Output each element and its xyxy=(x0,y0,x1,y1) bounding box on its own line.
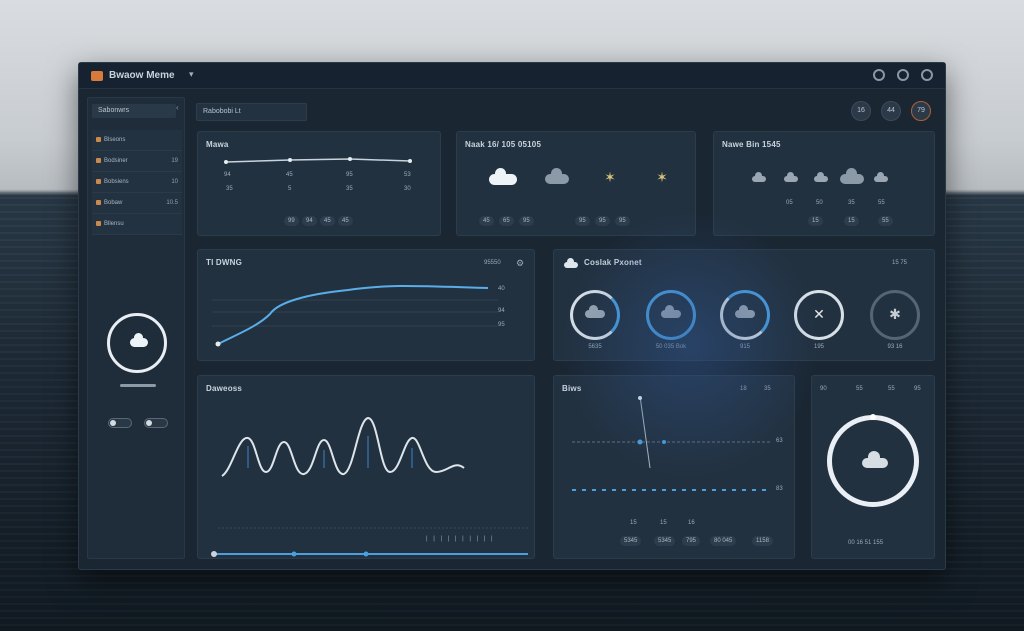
panel-bias: Biws 18 35 63 83 15 15 16 5345 5345 795 … xyxy=(553,375,795,559)
chip[interactable]: 95 xyxy=(519,216,534,226)
item-icon xyxy=(96,179,101,184)
close-icon[interactable] xyxy=(921,69,933,81)
cloud-icon xyxy=(585,305,605,318)
chip[interactable]: 795 xyxy=(682,536,701,546)
weather-dial[interactable] xyxy=(827,414,919,507)
panel-weekly: Nawe Bin 1545 05 50 35 55 15 15 55 xyxy=(713,131,935,236)
cloud-icon xyxy=(130,333,148,347)
divider xyxy=(120,384,156,387)
toolbar-button[interactable]: 79 xyxy=(911,101,931,121)
scale-ticks: | | | | | | | | | | xyxy=(426,536,495,542)
chevron-down-icon[interactable]: ‹ xyxy=(176,103,179,112)
minimize-icon[interactable] xyxy=(873,69,885,81)
gauge xyxy=(720,290,770,340)
chip[interactable]: 5345 xyxy=(620,536,642,546)
chip[interactable]: 94 xyxy=(302,216,317,226)
maximize-icon[interactable] xyxy=(897,69,909,81)
chip[interactable]: 45 xyxy=(479,216,494,226)
item-icon xyxy=(96,221,101,226)
sidebar-list: Blseons Bodsiner 19 Bobsiens 10 Bobaw 10.5 … xyxy=(92,130,182,235)
app-logo-icon xyxy=(91,71,103,81)
toggle-switch[interactable] xyxy=(108,418,132,428)
weather-ring-icon xyxy=(107,313,167,373)
item-icon xyxy=(96,137,101,142)
sparkline xyxy=(224,157,412,164)
item-icon xyxy=(96,200,101,205)
app-title: Bwaow Meme xyxy=(109,70,175,81)
toggle-switch[interactable] xyxy=(144,418,168,428)
sidebar-item[interactable]: Bobsiens 10 xyxy=(92,172,182,193)
sidebar-item[interactable]: Bodsiner 19 xyxy=(92,151,182,172)
cloud-icon xyxy=(752,172,766,182)
titlebar: Bwaow Meme ▾ xyxy=(79,63,945,89)
cloud-icon xyxy=(545,168,569,184)
chip[interactable]: 55 xyxy=(878,216,893,226)
panel-mawa: Mawa 94 45 95 53 35 5 35 30 99 94 45 45 xyxy=(197,131,441,236)
chip[interactable]: 45 xyxy=(320,216,335,226)
gauge: ✕ xyxy=(794,290,844,340)
panel-forecast: Naak 16/ 105 05105 ✶ ✶ 45 65 95 95 95 95 xyxy=(456,131,696,236)
sidebar-item[interactable]: Bobaw 10.5 xyxy=(92,193,182,214)
panel-title: Nawe Bin 1545 xyxy=(722,140,781,149)
panel-conditions: Coslak Pxonet 15 75 ✕ ✱ 5635 50 035 Bok … xyxy=(553,249,935,361)
chip[interactable]: 15 xyxy=(844,216,859,226)
app-window: Bwaow Meme ▾ Sabonwrs ‹ Blseons Bodsiner… xyxy=(78,62,946,570)
sun-icon: ✶ xyxy=(604,169,616,185)
cloud-icon xyxy=(840,168,864,184)
chip[interactable]: 80 045 xyxy=(710,536,737,546)
sidebar-item[interactable]: Bllensu xyxy=(92,214,182,235)
cloud-icon xyxy=(862,451,888,468)
gauge: ✱ xyxy=(870,290,920,340)
chip[interactable]: 95 xyxy=(575,216,590,226)
chip[interactable]: 95 xyxy=(615,216,630,226)
wind-icon: ✕ xyxy=(813,306,825,322)
sidebar: Sabonwrs ‹ Blseons Bodsiner 19 Bobsiens 10… xyxy=(87,97,185,559)
panel-trend: Tl DWNG 95550 ⚙ 40 94 95 xyxy=(197,249,535,361)
gauge xyxy=(646,290,696,340)
cloud-icon xyxy=(564,258,578,268)
chip[interactable]: 99 xyxy=(284,216,299,226)
item-icon xyxy=(96,158,101,163)
trend-chart xyxy=(212,285,498,347)
wind-icon: ✱ xyxy=(889,306,901,322)
toolbar-button[interactable]: 44 xyxy=(881,101,901,121)
panel-waves: Daweoss | | | | | | | | | | xyxy=(197,375,535,559)
chip[interactable]: 5345 xyxy=(654,536,676,546)
dial-handle[interactable] xyxy=(870,414,876,420)
cloud-icon xyxy=(489,168,517,185)
app-menu-chevron-icon[interactable]: ▾ xyxy=(189,69,194,80)
wave-chart xyxy=(211,416,528,557)
sidebar-header[interactable]: Sabonwrs xyxy=(92,104,176,118)
cloud-icon xyxy=(661,305,681,318)
panel-title: Naak 16/ 105 05105 xyxy=(465,140,542,149)
sun-icon: ✶ xyxy=(656,169,668,185)
sidebar-item[interactable]: Blseons xyxy=(92,130,182,151)
chip[interactable]: 1158 xyxy=(752,536,773,546)
chip[interactable]: 65 xyxy=(499,216,514,226)
chip[interactable]: 15 xyxy=(808,216,823,226)
cloud-icon xyxy=(874,172,888,182)
cloud-icon xyxy=(814,172,828,182)
axis-chart xyxy=(572,395,772,491)
cloud-icon xyxy=(784,172,798,182)
cloud-icon xyxy=(735,305,755,318)
gauge xyxy=(570,290,620,340)
chip[interactable]: 45 xyxy=(338,216,353,226)
chip[interactable]: 95 xyxy=(595,216,610,226)
toolbar-button[interactable]: 16 xyxy=(851,101,871,121)
panel-title: Coslak Pxonet xyxy=(584,258,642,267)
top-dropdown[interactable]: Rabobobi Lt xyxy=(196,103,307,121)
